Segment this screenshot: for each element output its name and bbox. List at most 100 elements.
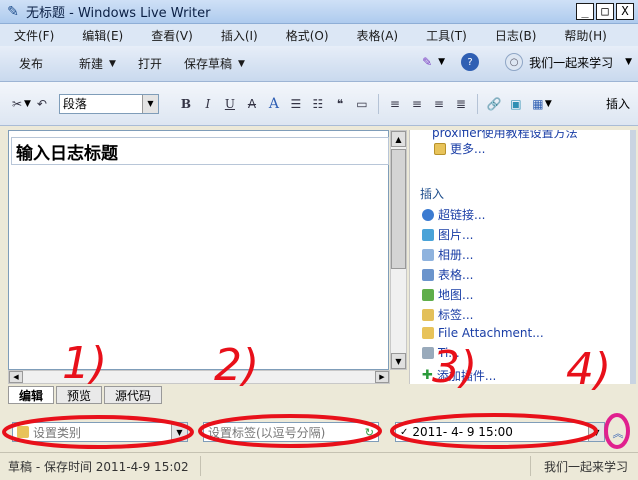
blog-selector[interactable]: 我们一起来学习 [529,54,613,71]
chevron-down-icon: ▼ [438,57,446,67]
save-status: 草稿 - 保存时间 2011-4-9 15:02 [8,460,189,474]
post-properties-bar: 设置类别 ▼ 设置标签(以逗号分隔) ↻ ✓ 2011- 4- 9 15:00 … [0,414,638,446]
scroll-right-arrow[interactable]: ▶ [375,371,389,383]
category-placeholder: 设置类别 [33,425,82,440]
chevron-down-icon: ▼ [544,98,552,109]
command-bar: 发布 新建 ▼ 打开 保存草稿 ▼ ✎ ▼ ? ○ 我们一起来学习 ▼ [0,46,638,82]
insert-twitter-label: Ti... [438,346,460,360]
tab-edit[interactable]: 编辑 [8,386,55,404]
paintbrush-icon[interactable]: ✎ [416,51,438,73]
insert-heading: 插入 [420,187,445,201]
insert-file-attachment[interactable]: File Attachment... [422,326,544,340]
insert-menu-button[interactable]: 插入 [606,95,630,112]
publish-date-select[interactable]: ✓ 2011- 4- 9 15:00 ▼ [395,422,605,442]
tags-placeholder: 设置标签(以逗号分隔) [208,425,326,440]
open-label: 打开 [137,57,162,71]
open-button[interactable]: 打开 [127,51,173,77]
insert-picture[interactable]: 图片... [422,226,473,243]
more-label: 更多... [450,142,486,156]
tags-input[interactable]: 设置标签(以逗号分隔) ↻ [203,422,379,442]
category-select[interactable]: 设置类别 ▼ [12,422,188,442]
menu-edit[interactable]: 编辑(E) [68,27,137,44]
new-button[interactable]: 新建 ▼ [68,51,127,77]
status-blog-name: 我们一起来学习 [543,460,628,474]
menu-help[interactable]: 帮助(H) [550,27,620,44]
insert-attachment-label: File Attachment... [438,326,544,340]
tab-source[interactable]: 源代码 [104,386,163,404]
menu-tools[interactable]: 工具(T) [412,27,481,44]
sidebar-scrollbar[interactable] [630,130,636,384]
horizontal-rule-icon[interactable]: ▭ [351,93,373,115]
post-title-input[interactable]: 输入日志标题 [11,137,389,165]
menu-format[interactable]: 格式(O) [272,27,343,44]
editor-vertical-scrollbar[interactable]: ▲ ▼ [390,130,407,370]
paragraph-style-value: 段落 [62,97,87,111]
justify-icon[interactable]: ≣ [450,93,472,115]
font-color-icon[interactable]: A [263,93,285,115]
chevron-down-icon: ▼ [588,423,604,441]
minimize-button[interactable]: _ [576,3,594,20]
insert-map[interactable]: 地图... [422,286,473,303]
insert-link-icon[interactable]: 🔗 [483,93,505,115]
window-controls: _ □ X [576,3,634,20]
publish-button[interactable]: 发布 [8,51,54,77]
insert-hyperlink[interactable]: 超链接... [422,206,485,223]
save-draft-button[interactable]: 保存草稿 ▼ [173,51,256,77]
tab-preview[interactable]: 预览 [56,386,103,404]
scroll-thumb[interactable] [391,149,406,269]
scroll-up-arrow[interactable]: ▲ [391,131,406,147]
editor-area[interactable]: 输入日志标题 [8,130,389,370]
status-divider [200,456,201,476]
view-tabs: 编辑 预览 源代码 [8,386,163,404]
publish-date-checkbox[interactable]: ✓ [400,427,408,438]
category-icon [17,426,29,438]
undo-icon[interactable]: ↶ [31,93,53,115]
chevron-down-icon: ▼ [625,57,632,67]
help-icon[interactable]: ? [461,53,480,71]
publish-date-value: 2011- 4- 9 15:00 [412,425,513,439]
refresh-tags-icon[interactable]: ↻ [365,426,374,439]
collapse-properties-button[interactable]: ︽ [608,422,628,444]
scroll-left-arrow[interactable]: ◀ [9,371,23,383]
insert-tag-label: 标签... [438,308,474,322]
menu-bar: 文件(F) 编辑(E) 查看(V) 插入(I) 格式(O) 表格(A) 工具(T… [0,24,638,46]
insert-album[interactable]: 相册... [422,246,473,263]
insert-tag[interactable]: 标签... [422,306,473,323]
maximize-button[interactable]: □ [596,3,614,20]
insert-picture-label: 图片... [438,228,474,242]
chevron-down-icon: ▼ [141,94,158,113]
menu-view[interactable]: 查看(V) [137,27,207,44]
close-button[interactable]: X [616,3,634,20]
menu-file[interactable]: 文件(F) [0,27,68,44]
toolbar-divider [476,93,478,114]
bold-icon[interactable]: B [175,93,197,115]
insert-picture-icon[interactable]: ▣ [505,93,527,115]
strikethrough-icon[interactable]: A [241,93,263,115]
scroll-down-arrow[interactable]: ▼ [391,353,406,369]
add-plugin[interactable]: ✚ 添加插件... [422,367,496,384]
paragraph-style-select[interactable]: 段落 ▼ [58,93,159,114]
bullet-list-icon[interactable]: ☷ [307,93,329,115]
picture-icon [422,228,434,241]
chevron-down-icon: ▼ [171,423,187,441]
italic-icon[interactable]: I [197,93,219,115]
align-left-icon[interactable]: ≡ [384,93,406,115]
insert-table-label: 表格... [438,268,474,282]
new-label: 新建 [79,57,104,71]
align-right-icon[interactable]: ≡ [428,93,450,115]
editor-horizontal-scrollbar[interactable]: ◀ ▶ [8,370,390,384]
menu-insert[interactable]: 插入(I) [207,27,272,44]
sidebar-panel: proxifier使用教程设置方法 更多... 插入 超链接... 图片... … [409,130,630,384]
toolbar-divider [377,93,379,114]
add-plugin-icon: ✚ [422,368,433,383]
more-link[interactable]: 更多... [434,140,485,157]
blockquote-icon[interactable]: ❝ [329,93,351,115]
numbered-list-icon[interactable]: ☰ [285,93,307,115]
insert-twitter[interactable]: Ti... [422,346,460,360]
album-icon [422,248,434,261]
align-center-icon[interactable]: ≡ [406,93,428,115]
underline-icon[interactable]: U [219,93,241,115]
menu-blog[interactable]: 日志(B) [481,27,551,44]
menu-table[interactable]: 表格(A) [343,27,413,44]
insert-table[interactable]: 表格... [422,266,473,283]
